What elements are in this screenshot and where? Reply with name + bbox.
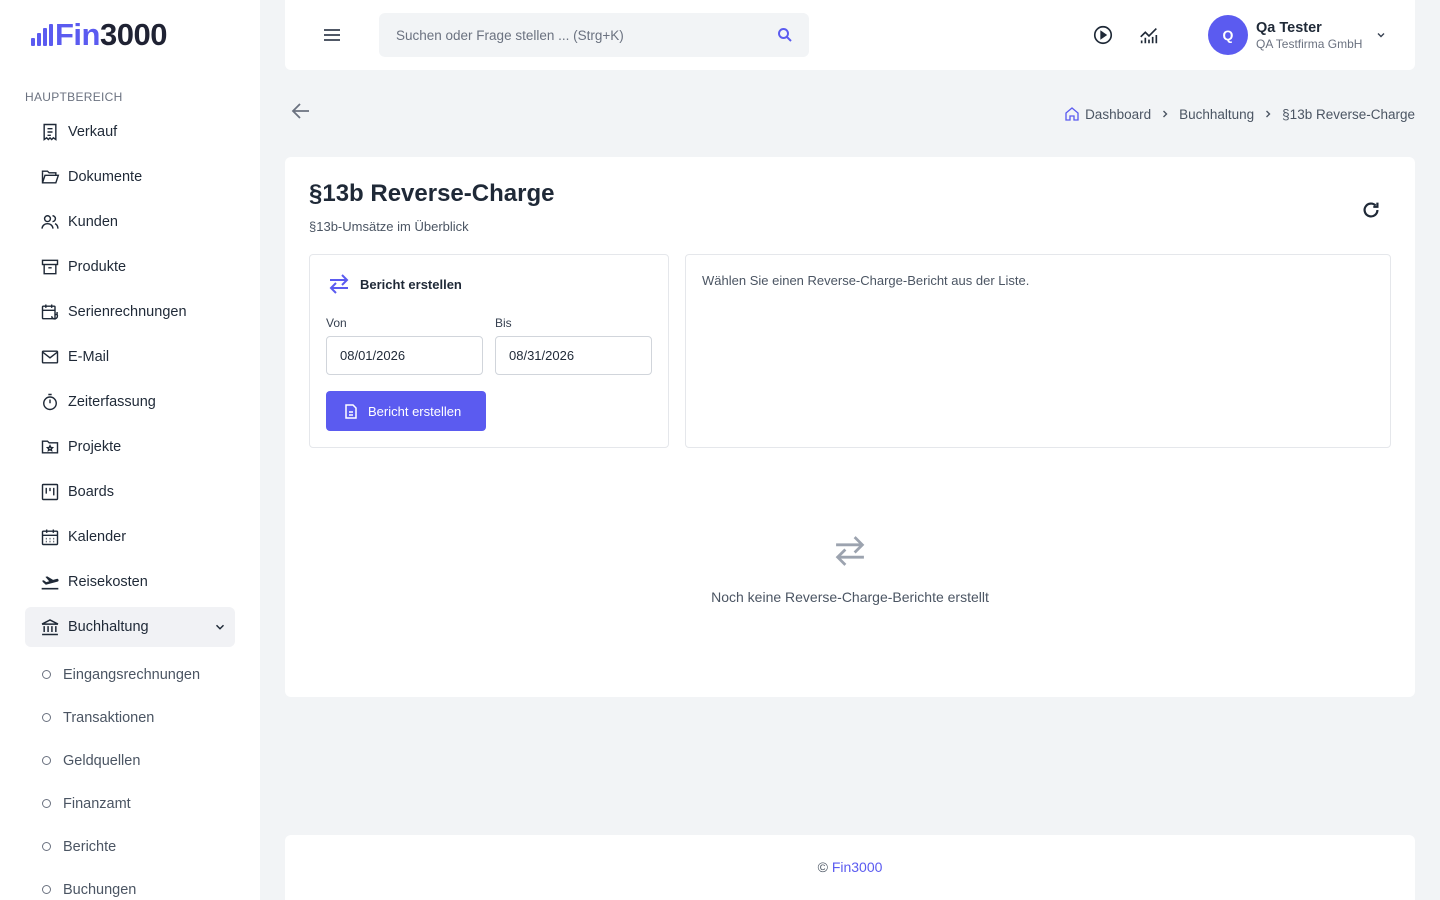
app-logo[interactable]: Fin3000 [31, 18, 167, 52]
main-card: §13b Reverse-Charge §13b-Umsätze im Über… [285, 157, 1415, 697]
menu-toggle-icon[interactable] [322, 26, 342, 44]
sidebar-item-label: Projekte [68, 439, 122, 455]
page-subtitle: §13b-Umsätze im Überblick [309, 219, 469, 234]
sidebar-subitem-transaktionen[interactable]: Transaktionen [25, 696, 235, 739]
copyright-symbol: © [817, 859, 828, 875]
sidebar-item-label: Reisekosten [68, 574, 148, 590]
sidebar-nav: Verkauf Dokumente Kunden Produkte Serien… [25, 112, 235, 652]
bank-icon [40, 617, 60, 637]
sidebar-item-label: Buchhaltung [68, 619, 149, 635]
topbar: Q Qa Tester QA Testfirma GmbH [285, 0, 1415, 70]
swap-arrows-icon [327, 273, 351, 295]
sidebar-item-label: Kalender [68, 529, 127, 545]
sidebar-item-label: Kunden [68, 214, 118, 230]
breadcrumb: Dashboard Buchhaltung §13b Reverse-Charg… [1064, 106, 1415, 122]
chevron-down-icon [1375, 29, 1387, 41]
folder-open-icon [40, 167, 60, 187]
report-detail-panel: Wählen Sie einen Reverse-Charge-Bericht … [685, 254, 1391, 448]
circle-bullet-icon [42, 842, 51, 851]
sidebar-item-reisekosten[interactable]: Reisekosten [25, 562, 235, 602]
sidebar-item-boards[interactable]: Boards [25, 472, 235, 512]
sidebar-item-buchhaltung[interactable]: Buchhaltung [25, 607, 235, 647]
calendar-repeat-icon [40, 302, 60, 322]
sidebar-item-dokumente[interactable]: Dokumente [25, 157, 235, 197]
analytics-icon[interactable] [1138, 24, 1160, 46]
circle-bullet-icon [42, 670, 51, 679]
user-name: Qa Tester [1256, 19, 1322, 36]
create-report-title: Bericht erstellen [360, 276, 462, 292]
from-date-input[interactable] [326, 336, 483, 375]
sidebar-subitem-finanzamt[interactable]: Finanzamt [25, 782, 235, 825]
search-input[interactable] [379, 13, 809, 57]
create-report-header: Bericht erstellen [327, 273, 462, 295]
footer: © Fin3000 [285, 835, 1415, 900]
refresh-icon[interactable] [1360, 199, 1382, 221]
circle-bullet-icon [42, 713, 51, 722]
user-info: Qa Tester QA Testfirma GmbH [1256, 19, 1362, 52]
sidebar-item-projekte[interactable]: Projekte [25, 427, 235, 467]
report-detail-hint: Wählen Sie einen Reverse-Charge-Bericht … [702, 273, 1030, 288]
document-icon [344, 403, 358, 419]
sidebar-item-label: Dokumente [68, 169, 143, 185]
sidebar-item-label: Zeiterfassung [68, 394, 156, 410]
sidebar-item-kalender[interactable]: Kalender [25, 517, 235, 557]
logo-text: Fin3000 [55, 17, 167, 52]
search-icon[interactable] [776, 26, 794, 44]
back-arrow-icon[interactable] [291, 102, 311, 120]
sidebar-submenu-buchhaltung: Eingangsrechnungen Transaktionen Geldque… [25, 653, 235, 900]
sidebar: Fin3000 HAUPTBEREICH Verkauf Dokumente K… [0, 0, 260, 900]
create-report-button[interactable]: Bericht erstellen [326, 391, 486, 431]
play-circle-icon[interactable] [1092, 24, 1114, 46]
sidebar-item-label: Verkauf [68, 124, 118, 140]
user-company: QA Testfirma GmbH [1256, 36, 1363, 51]
to-label: Bis [495, 316, 512, 330]
home-icon [1064, 106, 1080, 122]
sidebar-subitem-eingangsrechnungen[interactable]: Eingangsrechnungen [25, 653, 235, 696]
page-title: §13b Reverse-Charge [309, 180, 555, 207]
from-label: Von [326, 316, 347, 330]
users-icon [40, 212, 60, 232]
sidebar-item-kunden[interactable]: Kunden [25, 202, 235, 242]
sidebar-subitem-berichte[interactable]: Berichte [25, 825, 235, 868]
sidebar-item-email[interactable]: E-Mail [25, 337, 235, 377]
circle-bullet-icon [42, 756, 51, 765]
circle-bullet-icon [42, 799, 51, 808]
global-search [379, 13, 809, 57]
chevron-down-icon [213, 620, 227, 634]
sidebar-item-label: Boards [68, 484, 114, 500]
user-menu[interactable]: Q Qa Tester QA Testfirma GmbH [1208, 15, 1387, 55]
stopwatch-icon [40, 392, 60, 412]
logo-bars-icon [31, 24, 53, 46]
sidebar-subitem-buchungen[interactable]: Buchungen [25, 868, 235, 900]
sidebar-item-label: Produkte [68, 259, 127, 275]
avatar: Q [1208, 15, 1248, 55]
chevron-right-icon [1262, 108, 1274, 120]
archive-icon [40, 257, 60, 277]
calendar-icon [40, 527, 60, 547]
footer-text: © Fin3000 [285, 859, 1415, 875]
sidebar-item-label: Serienrechnungen [68, 304, 187, 320]
swap-arrows-icon [831, 534, 869, 568]
plane-icon [40, 572, 60, 592]
sidebar-item-verkauf[interactable]: Verkauf [25, 112, 235, 152]
sidebar-section-label: HAUPTBEREICH [25, 90, 123, 104]
receipt-icon [40, 122, 60, 142]
create-report-panel: Bericht erstellen Von Bis Bericht erstel… [309, 254, 669, 448]
kanban-icon [40, 482, 60, 502]
sidebar-subitem-geldquellen[interactable]: Geldquellen [25, 739, 235, 782]
footer-brand-link[interactable]: Fin3000 [832, 859, 883, 875]
empty-state-text: Noch keine Reverse-Charge-Berichte erste… [711, 589, 989, 605]
sidebar-item-label: E-Mail [68, 349, 110, 365]
folder-star-icon [40, 437, 60, 457]
sidebar-item-zeiterfassung[interactable]: Zeiterfassung [25, 382, 235, 422]
circle-bullet-icon [42, 885, 51, 894]
sidebar-item-serienrechnungen[interactable]: Serienrechnungen [25, 292, 235, 332]
chevron-right-icon [1159, 108, 1171, 120]
breadcrumb-current: §13b Reverse-Charge [1282, 106, 1415, 122]
breadcrumb-buchhaltung[interactable]: Buchhaltung [1179, 107, 1254, 122]
sidebar-item-produkte[interactable]: Produkte [25, 247, 235, 287]
mail-icon [40, 347, 60, 367]
breadcrumb-dashboard[interactable]: Dashboard [1064, 106, 1151, 122]
to-date-input[interactable] [495, 336, 652, 375]
